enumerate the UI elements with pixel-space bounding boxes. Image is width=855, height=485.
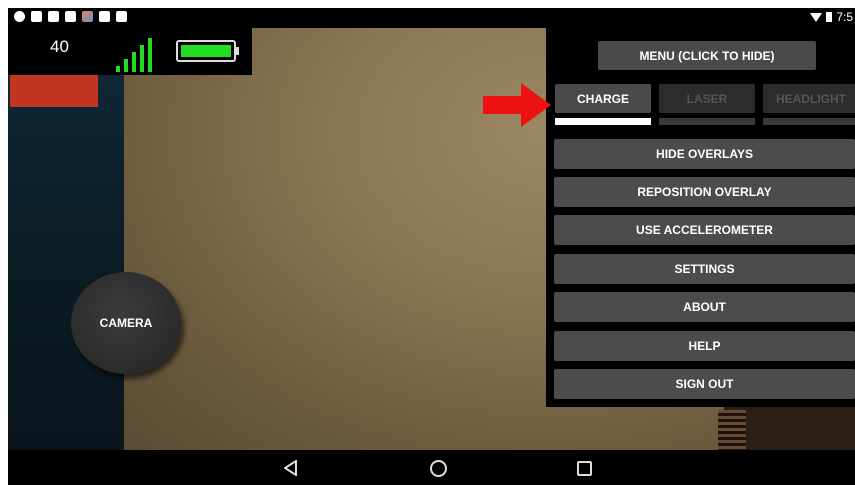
signal-bar xyxy=(148,38,152,72)
image-icon xyxy=(65,11,76,22)
battery-icon xyxy=(826,12,833,22)
tab-indicator-laser xyxy=(659,118,755,125)
wifi-icon xyxy=(810,12,823,22)
tab-laser[interactable]: LASER xyxy=(659,84,755,113)
tab-label: CHARGE xyxy=(576,91,629,106)
tab-label: LASER xyxy=(686,91,728,106)
menu-item-label: HIDE OVERLAYS xyxy=(656,147,753,161)
menu-item-label: USE ACCELEROMETER xyxy=(636,223,773,237)
notification-icon xyxy=(14,11,25,22)
menu-item-label: ABOUT xyxy=(683,300,726,314)
about-button[interactable]: ABOUT xyxy=(554,292,855,322)
feed-object xyxy=(718,410,746,450)
signal-bar xyxy=(124,59,128,72)
sd-card-icon xyxy=(48,11,59,22)
overlay-marker[interactable] xyxy=(10,75,98,107)
screen: 7:5 40 CAMERA MENU (CLICK TO HIDE) CHARG… xyxy=(0,0,855,485)
signal-strength-icon xyxy=(116,32,158,72)
recent-apps-icon[interactable] xyxy=(577,461,592,476)
red-arrow-icon xyxy=(483,83,551,127)
tab-label: HEADLIGHT xyxy=(776,91,846,106)
menu-toggle-button[interactable]: MENU (CLICK TO HIDE) xyxy=(598,41,816,70)
signal-bar xyxy=(140,45,144,72)
battery-fill xyxy=(181,45,231,57)
tab-indicator-charge xyxy=(555,118,651,125)
tab-charge[interactable]: CHARGE xyxy=(555,84,651,113)
settings-button[interactable]: SETTINGS xyxy=(554,254,855,284)
status-icons xyxy=(14,11,127,22)
tab-headlight[interactable]: HEADLIGHT xyxy=(763,84,855,113)
navigation-bar xyxy=(8,450,855,485)
menu-toggle-label: MENU (CLICK TO HIDE) xyxy=(639,48,775,63)
status-bar: 7:5 xyxy=(8,8,855,28)
status-right: 7:5 xyxy=(810,10,853,24)
briefcase-icon xyxy=(99,11,110,22)
menu-item-label: SIGN OUT xyxy=(675,377,734,391)
battery-indicator xyxy=(176,40,236,62)
sign-out-button[interactable]: SIGN OUT xyxy=(554,369,855,399)
reposition-overlay-button[interactable]: REPOSITION OVERLAY xyxy=(554,177,855,207)
home-icon[interactable] xyxy=(430,460,447,477)
help-button[interactable]: HELP xyxy=(554,331,855,361)
use-accelerometer-button[interactable]: USE ACCELEROMETER xyxy=(554,215,855,245)
hud-panel: 40 xyxy=(8,28,252,75)
back-icon[interactable] xyxy=(284,460,298,476)
status-time: 7:5 xyxy=(836,10,853,24)
camera-button[interactable]: CAMERA xyxy=(71,272,181,374)
image-icon xyxy=(31,11,42,22)
signal-bar xyxy=(116,66,120,72)
menu-item-label: SETTINGS xyxy=(674,262,735,276)
menu-item-label: HELP xyxy=(688,339,721,353)
hud-count: 40 xyxy=(50,37,69,56)
signal-bar xyxy=(132,52,136,72)
device-screen: 7:5 40 CAMERA MENU (CLICK TO HIDE) CHARG… xyxy=(8,8,855,485)
tab-indicator-headlight xyxy=(763,118,855,125)
menu-item-label: REPOSITION OVERLAY xyxy=(637,185,772,199)
briefcase-icon xyxy=(116,11,127,22)
battery-tip xyxy=(235,47,239,55)
photo-icon xyxy=(82,11,93,22)
hide-overlays-button[interactable]: HIDE OVERLAYS xyxy=(554,139,855,169)
camera-button-label: CAMERA xyxy=(99,316,153,330)
